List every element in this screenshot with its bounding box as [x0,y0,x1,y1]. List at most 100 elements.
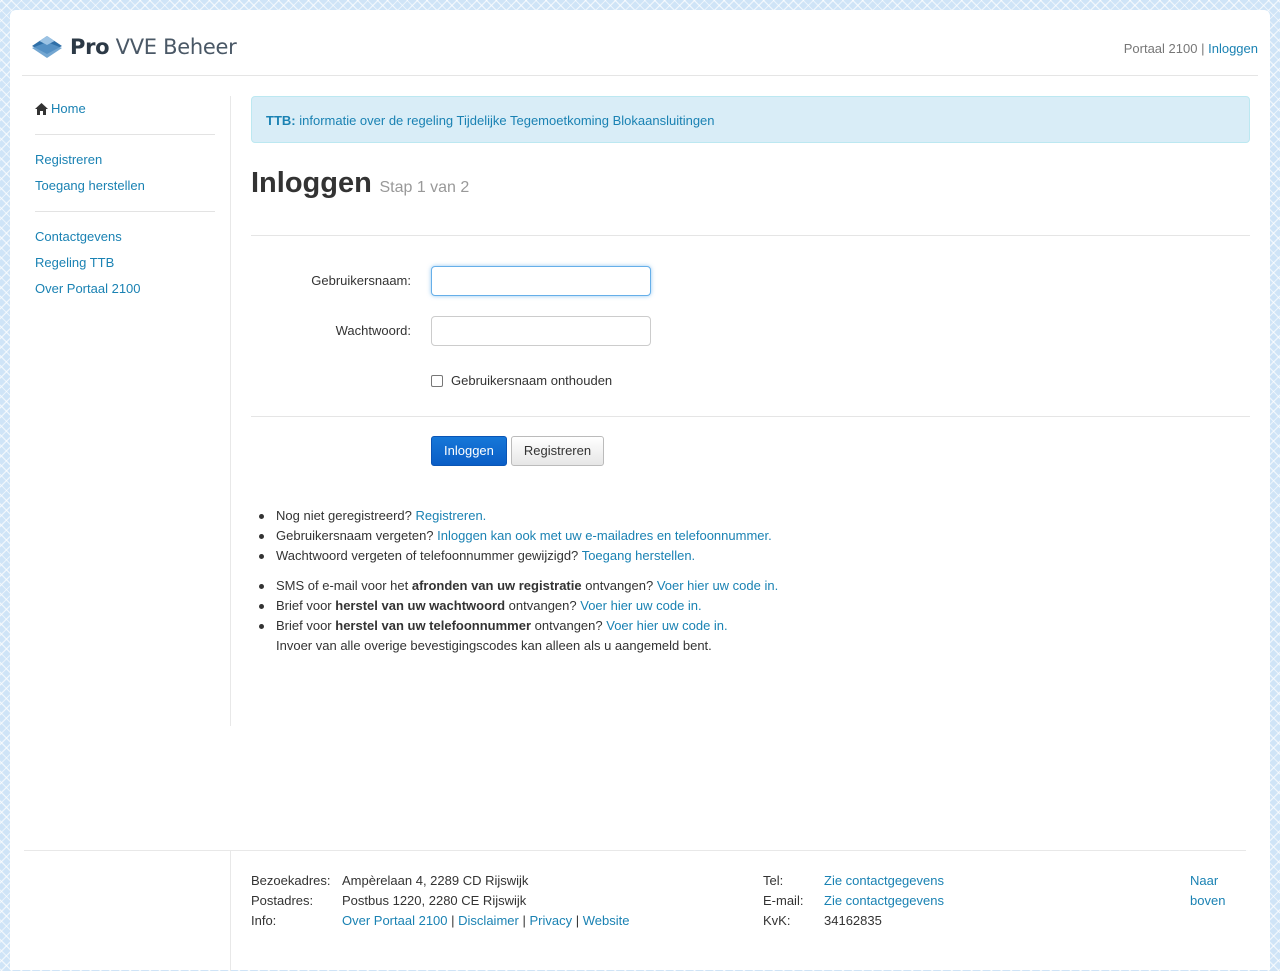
footer-separator-line [230,851,231,971]
header: Pro VVE Beheer Portaal 2100 | Inloggen [22,10,1258,76]
enter-code-link-registration[interactable]: Voer hier uw code in. [657,578,778,593]
sidebar: Home Registreren Toegang herstellen Cont… [35,96,215,302]
enter-code-link-phone[interactable]: Voer hier uw code in. [606,618,727,633]
back-to-top: Naar boven [1190,871,1225,911]
ttb-alert[interactable]: TTB: informatie over de regeling Tijdeli… [251,96,1250,143]
sidebar-item-contactgevens[interactable]: Contactgevens [35,224,215,250]
username-row: Gebruikersnaam: [251,266,1250,296]
remember-label[interactable]: Gebruikersnaam onthouden [451,373,612,388]
page-subtitle: Stap 1 van 2 [379,179,470,196]
help-text: Gebruikersnaam vergeten? [276,528,434,543]
page-title: Inloggen [251,167,372,199]
list-item: Gebruikersnaam vergeten? Inloggen kan oo… [258,526,778,546]
tel-label: Tel: [763,873,784,888]
footer-link-over-portaal[interactable]: Over Portaal 2100 [342,913,448,928]
main-content: TTB: informatie over de regeling Tijdeli… [251,96,1250,653]
help-bold: herstel van uw telefoonnummer [335,618,532,633]
footer-link-disclaimer[interactable]: Disclaimer [458,913,519,928]
list-note: Invoer van alle overige bevestigingscode… [276,638,712,653]
remember-row: Gebruikersnaam onthouden [431,373,612,388]
sidebar-separator-line [230,96,231,726]
back-to-top-line1: Naar [1190,873,1219,888]
post-address: Postbus 1220, 2280 CE Rijswijk [342,893,527,908]
help-text: Nog niet geregistreerd? [276,508,412,523]
help-text: Brief voor [276,618,332,633]
footer-link-privacy[interactable]: Privacy [529,913,572,928]
page-panel: Pro VVE Beheer Portaal 2100 | Inloggen H… [10,10,1270,971]
list-item: Nog niet geregistreerd? Registreren. [258,506,778,526]
divider [251,416,1250,417]
header-login-link[interactable]: Inloggen [1208,41,1258,56]
help-bold: afronden van uw registratie [411,578,582,593]
kvk-label: KvK: [763,913,791,928]
footer-link-website[interactable]: Website [583,913,630,928]
sidebar-divider [35,211,215,212]
login-alt-link[interactable]: Inloggen kan ook met uw e-mailadres en t… [437,528,772,543]
help-bold: herstel van uw wachtwoord [335,598,506,613]
tel-link[interactable]: Zie contactgegevens [824,873,944,888]
sidebar-item-toegang-herstellen[interactable]: Toegang herstellen [35,173,215,199]
sidebar-home-label: Home [51,101,86,116]
home-icon [35,103,48,115]
help-text: ontvangen? [534,618,603,633]
back-to-top-line2: boven [1190,893,1226,908]
register-button[interactable]: Registreren [510,436,605,466]
remember-checkbox[interactable] [431,374,443,387]
footer: Bezoekadres: Postadres: Info: Ampèrelaan… [24,850,1246,971]
restore-access-link[interactable]: Toegang herstellen. [582,548,695,563]
password-label: Wachtwoord: [335,323,411,338]
top-right-nav: Portaal 2100 | Inloggen [1124,41,1258,56]
title-row: Inloggen Stap 1 van 2 [251,168,1250,198]
info-label: Info: [251,913,277,928]
logo[interactable]: Pro VVE Beheer [30,34,237,60]
list-item: SMS of e-mail voor het afronden van uw r… [258,576,778,596]
sidebar-divider [35,134,215,135]
form-actions: Inloggen Registreren [431,436,605,466]
separator: | [1201,41,1205,56]
enter-code-link-password[interactable]: Voer hier uw code in. [580,598,701,613]
list-item: Brief voor herstel van uw telefoonnummer… [258,616,778,636]
register-link[interactable]: Registreren. [415,508,486,523]
help-text: Wachtwoord vergeten of telefoonnummer ge… [276,548,579,563]
separator: | [575,913,580,928]
help-text: ontvangen? [585,578,654,593]
password-input[interactable] [431,316,651,346]
visit-address: Ampèrelaan 4, 2289 CD Rijswijk [342,873,529,888]
sidebar-item-home[interactable]: Home [35,96,215,122]
help-text: Brief voor [276,598,332,613]
post-label: Postadres: [251,893,314,908]
list-item: Brief voor herstel van uw wachtwoord ont… [258,596,778,616]
username-input[interactable] [431,266,651,296]
footer-values-right: Zie contactgegevens Zie contactgegevens … [824,871,944,931]
help-text: ontvangen? [508,598,577,613]
username-label: Gebruikersnaam: [311,273,411,288]
alert-text: informatie over de regeling Tijdelijke T… [299,113,715,128]
help-text: SMS of e-mail voor het [276,578,409,593]
help-list: Nog niet geregistreerd? Registreren. Geb… [258,506,778,656]
logo-rest: VVE Beheer [115,35,237,59]
divider [251,235,1250,236]
footer-labels-left: Bezoekadres: Postadres: Info: [251,871,331,931]
logo-bold: Pro [70,35,110,59]
visit-label: Bezoekadres: [251,873,331,888]
email-label: E-mail: [763,893,804,908]
email-link[interactable]: Zie contactgegevens [824,893,944,908]
separator: | [522,913,526,928]
footer-labels-right: Tel: E-mail: KvK: [763,871,803,931]
footer-values-left: Ampèrelaan 4, 2289 CD Rijswijk Postbus 1… [342,871,629,931]
logo-text: Pro VVE Beheer [70,35,237,59]
separator: | [451,913,455,928]
sidebar-item-over-portaal[interactable]: Over Portaal 2100 [35,276,215,302]
password-row: Wachtwoord: [251,316,1250,346]
portal-label: Portaal 2100 [1123,41,1198,56]
sidebar-item-registreren[interactable]: Registreren [35,147,215,173]
list-gap [276,566,778,576]
back-to-top-link[interactable]: Naar boven [1190,871,1225,911]
alert-prefix: TTB: [266,113,296,128]
sidebar-item-regeling-ttb[interactable]: Regeling TTB [35,250,215,276]
login-button[interactable]: Inloggen [431,436,507,466]
logo-diamond-icon [32,36,62,58]
info-links: Over Portaal 2100 | Disclaimer | Privacy… [342,911,629,931]
kvk-value: 34162835 [824,913,882,928]
list-item: Wachtwoord vergeten of telefoonnummer ge… [258,546,778,566]
